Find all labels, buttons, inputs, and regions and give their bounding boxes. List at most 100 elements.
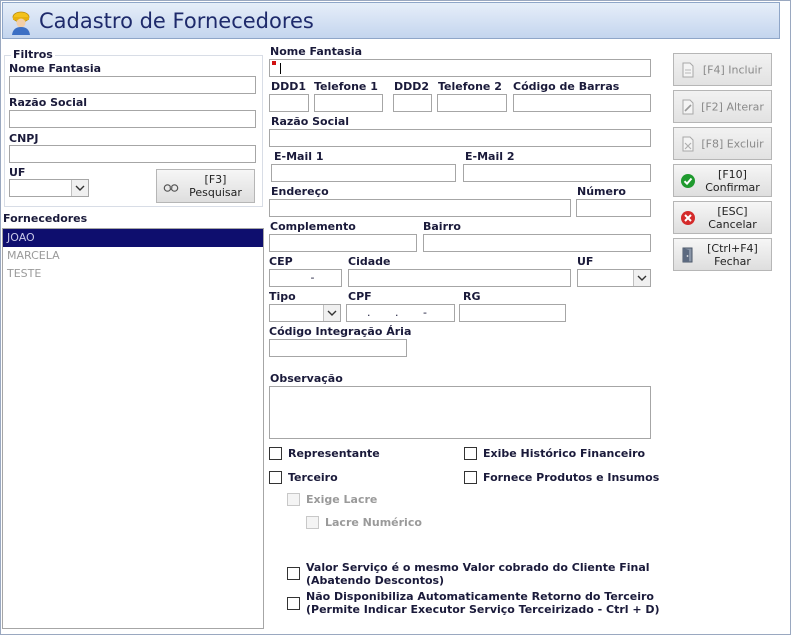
ddd1-input[interactable]: [269, 94, 309, 112]
excluir-label: [F8] Excluir: [701, 137, 764, 150]
exibe-historico-label: Exibe Histórico Financeiro: [483, 447, 646, 460]
nao-disponibiliza-label-line1: Não Disponibiliza Automaticamente Retorn…: [306, 590, 654, 603]
complemento-input[interactable]: [269, 234, 417, 252]
representante-checkbox[interactable]: [269, 447, 282, 460]
valor-servico-label-line2: (Abatendo Descontos): [306, 574, 445, 587]
list-item[interactable]: JOAO: [3, 229, 263, 247]
valor-servico-checkbox[interactable]: [287, 567, 300, 580]
fechar-label: [Ctrl+F4] Fechar: [698, 242, 767, 268]
exibe-historico-checkbox[interactable]: [464, 447, 477, 460]
nao-disponibiliza-checkbox[interactable]: [287, 597, 300, 610]
endereco-input[interactable]: [269, 199, 571, 217]
terceiro-label: Terceiro: [288, 471, 338, 484]
list-item[interactable]: MARCELA: [3, 247, 263, 265]
cancelar-label: [ESC] Cancelar: [698, 205, 767, 231]
nao-disponibiliza-label-line2: (Permite Indicar Executor Serviço Tercei…: [306, 603, 660, 616]
cpf-mask: . . -: [367, 306, 427, 319]
filter-razao-social-input[interactable]: [9, 110, 256, 128]
telefone2-label: Telefone 2: [438, 80, 502, 93]
alterar-button[interactable]: [F2] Alterar: [673, 90, 772, 123]
exit-door-icon: [682, 247, 693, 262]
required-marker-icon: [272, 61, 276, 65]
fechar-text: Fechar: [714, 254, 751, 268]
confirmar-text: Confirmar: [705, 180, 760, 194]
filter-nome-fantasia-label: Nome Fantasia: [9, 62, 102, 75]
email1-input[interactable]: [271, 164, 456, 182]
ddd2-label: DDD2: [394, 80, 430, 93]
alterar-label: [F2] Alterar: [701, 100, 764, 113]
suppliers-list[interactable]: JOAO MARCELA TESTE: [2, 228, 264, 629]
codigo-barras-label: Código de Barras: [513, 80, 620, 93]
cancelar-button[interactable]: [ESC] Cancelar: [673, 201, 772, 234]
chevron-down-icon[interactable]: [71, 180, 88, 196]
cidade-label: Cidade: [348, 255, 391, 268]
fechar-button[interactable]: [Ctrl+F4] Fechar: [673, 238, 772, 271]
endereco-label: Endereço: [271, 185, 329, 198]
fornece-produtos-checkbox[interactable]: [464, 471, 477, 484]
list-item[interactable]: TESTE: [3, 265, 263, 283]
exige-lacre-checkbox[interactable]: [287, 493, 300, 506]
telefone1-input[interactable]: [314, 94, 383, 112]
suppliers-label: Fornecedores: [3, 212, 88, 225]
ddd2-input[interactable]: [393, 94, 432, 112]
filter-cnpj-label: CNPJ: [9, 132, 39, 145]
filter-uf-label: UF: [9, 166, 26, 179]
email1-label: E-Mail 1: [274, 150, 324, 163]
numero-input[interactable]: [576, 199, 651, 217]
text-cursor: [280, 63, 281, 74]
cpf-input[interactable]: . . -: [346, 304, 455, 322]
chevron-down-icon[interactable]: [323, 305, 340, 321]
numero-label: Número: [577, 185, 626, 198]
razao-social-input[interactable]: [269, 129, 651, 147]
chevron-down-icon[interactable]: [633, 270, 650, 286]
tipo-label: Tipo: [269, 290, 296, 303]
valor-servico-label-line1: Valor Serviço é o mesmo Valor cobrado do…: [306, 561, 650, 574]
cidade-input[interactable]: [348, 269, 571, 287]
confirmar-button[interactable]: [F10] Confirmar: [673, 164, 772, 197]
incluir-label: [F4] Incluir: [702, 63, 763, 76]
lacre-numerico-checkbox[interactable]: [306, 516, 319, 529]
filters-group-title: Filtros: [11, 48, 55, 61]
nome-fantasia-label: Nome Fantasia: [270, 45, 363, 58]
excluir-button[interactable]: [F8] Excluir: [673, 127, 772, 160]
uf-select[interactable]: [577, 269, 651, 287]
terceiro-checkbox[interactable]: [269, 471, 282, 484]
cep-input[interactable]: -: [269, 269, 342, 287]
cancel-circle-icon: [681, 210, 695, 225]
observacao-label: Observação: [270, 372, 343, 385]
title-bar: Cadastro de Fornecedores: [2, 2, 780, 39]
filter-razao-social-label: Razão Social: [9, 96, 88, 109]
supplier-worker-icon: [12, 11, 30, 35]
rg-label: RG: [463, 290, 481, 303]
email2-input[interactable]: [463, 164, 651, 182]
telefone2-input[interactable]: [437, 94, 507, 112]
tipo-select[interactable]: [269, 304, 341, 322]
filter-cnpj-input[interactable]: [9, 145, 256, 163]
cep-label: CEP: [269, 255, 293, 268]
cep-mask: -: [310, 271, 315, 284]
rg-input[interactable]: [459, 304, 566, 322]
lacre-numerico-label: Lacre Numérico: [325, 516, 422, 529]
cancelar-text: Cancelar: [708, 217, 757, 231]
delete-document-icon: [682, 136, 694, 151]
codigo-integracao-label: Código Integração Ária: [269, 325, 412, 338]
incluir-button[interactable]: [F4] Incluir: [673, 53, 772, 86]
razao-social-label: Razão Social: [271, 115, 350, 128]
observacao-textarea[interactable]: [269, 386, 651, 439]
filter-uf-select[interactable]: [9, 179, 89, 197]
filter-nome-fantasia-input[interactable]: [9, 76, 256, 94]
representante-label: Representante: [288, 447, 380, 460]
codigo-barras-input[interactable]: [513, 94, 651, 112]
complemento-label: Complemento: [270, 220, 356, 233]
telefone1-label: Telefone 1: [314, 80, 378, 93]
nome-fantasia-input[interactable]: [269, 59, 651, 77]
bairro-input[interactable]: [423, 234, 651, 252]
search-button[interactable]: [F3] Pesquisar: [156, 169, 255, 203]
ddd1-label: DDD1: [271, 80, 307, 93]
check-circle-icon: [681, 173, 695, 188]
fechar-key: [Ctrl+F4]: [707, 241, 758, 255]
codigo-integracao-input[interactable]: [269, 339, 407, 357]
window-title: Cadastro de Fornecedores: [39, 9, 314, 33]
cpf-label: CPF: [348, 290, 372, 303]
uf-label: UF: [577, 255, 594, 268]
